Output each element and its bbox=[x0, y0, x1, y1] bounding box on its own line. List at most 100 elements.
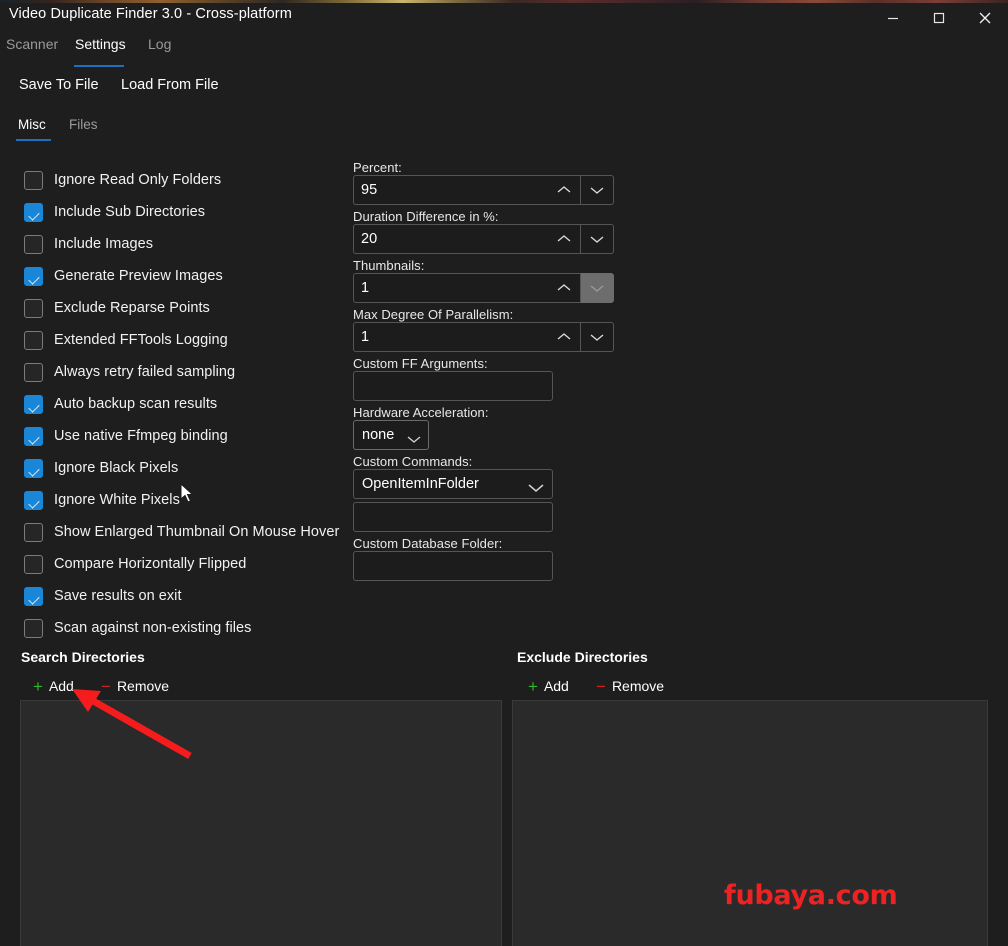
tab-log[interactable]: Log bbox=[148, 32, 171, 62]
minimize-icon[interactable] bbox=[870, 3, 916, 32]
option-show-enlarged-thumbnail-on-mouse-hover[interactable]: Show Enlarged Thumbnail On Mouse Hover bbox=[24, 516, 354, 548]
option-label: Use native Ffmpeg binding bbox=[54, 428, 228, 444]
option-label: Extended FFTools Logging bbox=[54, 332, 228, 348]
checkbox-icon[interactable] bbox=[24, 426, 43, 446]
custom-database-folder-label: Custom Database Folder: bbox=[353, 536, 503, 551]
tab-scanner[interactable]: Scanner bbox=[6, 32, 59, 62]
parallelism-stepper bbox=[353, 322, 614, 352]
option-auto-backup-scan-results[interactable]: Auto backup scan results bbox=[24, 388, 354, 420]
checkbox-icon[interactable] bbox=[24, 522, 43, 542]
checkbox-icon[interactable] bbox=[24, 586, 43, 606]
option-compare-horizontally-flipped[interactable]: Compare Horizontally Flipped bbox=[24, 548, 354, 580]
field-percent: Percent: bbox=[353, 160, 614, 205]
plus-icon: + bbox=[528, 676, 538, 696]
checkbox-icon[interactable] bbox=[24, 362, 43, 382]
minus-icon: − bbox=[101, 676, 111, 696]
thumbnails-decrement-button[interactable] bbox=[581, 273, 614, 303]
hardware-acceleration-dropdown[interactable]: none bbox=[353, 420, 429, 450]
checkbox-icon[interactable] bbox=[24, 458, 43, 478]
subtab-underline bbox=[16, 139, 51, 141]
chevron-down-icon bbox=[407, 431, 421, 449]
subtab-misc[interactable]: Misc bbox=[16, 117, 51, 141]
remove-label: Remove bbox=[116, 678, 170, 694]
tab-scanner-label: Scanner bbox=[6, 36, 59, 52]
hardware-acceleration-label: Hardware Acceleration: bbox=[353, 405, 489, 420]
percent-decrement-button[interactable] bbox=[581, 175, 614, 205]
search-directories-remove-button[interactable]: − Remove bbox=[101, 676, 169, 696]
option-ignore-read-only-folders[interactable]: Ignore Read Only Folders bbox=[24, 164, 354, 196]
option-save-results-on-exit[interactable]: Save results on exit bbox=[24, 580, 354, 612]
custom-commands-value: OpenItemInFolder bbox=[362, 476, 479, 492]
option-always-retry-failed-sampling[interactable]: Always retry failed sampling bbox=[24, 356, 354, 388]
exclude-directories-title: Exclude Directories bbox=[517, 649, 648, 665]
custom-ff-arguments-input[interactable] bbox=[353, 371, 553, 401]
custom-database-folder-input[interactable] bbox=[353, 551, 553, 581]
option-include-sub-directories[interactable]: Include Sub Directories bbox=[24, 196, 354, 228]
checkbox-icon[interactable] bbox=[24, 394, 43, 414]
option-ignore-black-pixels[interactable]: Ignore Black Pixels bbox=[24, 452, 354, 484]
option-use-native-ffmpeg-binding[interactable]: Use native Ffmpeg binding bbox=[24, 420, 354, 452]
custom-commands-dropdown[interactable]: OpenItemInFolder bbox=[353, 469, 553, 499]
checkbox-icon[interactable] bbox=[24, 330, 43, 350]
parallelism-input[interactable] bbox=[353, 322, 548, 352]
option-label: Ignore Black Pixels bbox=[54, 460, 179, 476]
field-hardware-acceleration: Hardware Acceleration: none bbox=[353, 405, 563, 450]
subtab-misc-label: Misc bbox=[18, 117, 46, 132]
maximize-icon[interactable] bbox=[916, 3, 962, 32]
settings-subtab-bar: Misc Files bbox=[0, 117, 1008, 145]
add-label: Add bbox=[48, 678, 74, 694]
mouse-cursor bbox=[180, 483, 194, 503]
thumbnails-input[interactable] bbox=[353, 273, 548, 303]
app-window: Video Duplicate Finder 3.0 - Cross-platf… bbox=[0, 0, 1008, 946]
percent-label: Percent: bbox=[353, 160, 402, 175]
parallelism-decrement-button[interactable] bbox=[581, 322, 614, 352]
option-label: Scan against non-existing files bbox=[54, 620, 252, 636]
checkbox-icon[interactable] bbox=[24, 554, 43, 574]
settings-toolbar: Save To File Load From File bbox=[0, 77, 1008, 99]
settings-form: Percent: Duration Difference in %: bbox=[353, 160, 614, 585]
field-max-degree-of-parallelism: Max Degree Of Parallelism: bbox=[353, 307, 614, 352]
remove-label: Remove bbox=[611, 678, 665, 694]
option-generate-preview-images[interactable]: Generate Preview Images bbox=[24, 260, 354, 292]
exclude-directories-remove-button[interactable]: − Remove bbox=[596, 676, 664, 696]
option-scan-against-non-existing-files[interactable]: Scan against non-existing files bbox=[24, 612, 354, 644]
checkbox-icon[interactable] bbox=[24, 490, 43, 510]
checkbox-icon[interactable] bbox=[24, 170, 43, 190]
duration-difference-input[interactable] bbox=[353, 224, 548, 254]
subtab-files[interactable]: Files bbox=[69, 117, 98, 132]
save-to-file-button[interactable]: Save To File bbox=[19, 77, 99, 93]
option-label: Show Enlarged Thumbnail On Mouse Hover bbox=[54, 524, 340, 540]
option-exclude-reparse-points[interactable]: Exclude Reparse Points bbox=[24, 292, 354, 324]
exclude-directories-add-button[interactable]: + Add bbox=[528, 676, 569, 696]
field-custom-database-folder: Custom Database Folder: bbox=[353, 536, 563, 585]
option-label: Include Sub Directories bbox=[54, 204, 206, 220]
thumbnails-increment-button[interactable] bbox=[548, 273, 581, 303]
search-directories-list[interactable] bbox=[20, 700, 502, 946]
close-icon[interactable] bbox=[962, 3, 1008, 32]
field-custom-ff-arguments: Custom FF Arguments: bbox=[353, 356, 563, 405]
checkbox-icon[interactable] bbox=[24, 298, 43, 318]
plus-icon: + bbox=[33, 676, 43, 696]
option-label: Always retry failed sampling bbox=[54, 364, 236, 380]
checkbox-icon[interactable] bbox=[24, 202, 43, 222]
duration-difference-increment-button[interactable] bbox=[548, 224, 581, 254]
custom-command-value-input[interactable] bbox=[353, 502, 553, 532]
custom-ff-arguments-label: Custom FF Arguments: bbox=[353, 356, 488, 371]
load-from-file-button[interactable]: Load From File bbox=[121, 77, 219, 93]
option-extended-fftools-logging[interactable]: Extended FFTools Logging bbox=[24, 324, 354, 356]
percent-increment-button[interactable] bbox=[548, 175, 581, 205]
duration-difference-decrement-button[interactable] bbox=[581, 224, 614, 254]
checkbox-icon[interactable] bbox=[24, 234, 43, 254]
tab-settings[interactable]: Settings bbox=[74, 32, 126, 67]
option-include-images[interactable]: Include Images bbox=[24, 228, 354, 260]
parallelism-increment-button[interactable] bbox=[548, 322, 581, 352]
search-directories-title: Search Directories bbox=[21, 649, 145, 665]
percent-input[interactable] bbox=[353, 175, 548, 205]
option-label: Generate Preview Images bbox=[54, 268, 223, 284]
checkbox-icon[interactable] bbox=[24, 618, 43, 638]
option-label: Ignore Read Only Folders bbox=[54, 172, 222, 188]
duration-difference-label: Duration Difference in %: bbox=[353, 209, 499, 224]
checkbox-icon[interactable] bbox=[24, 266, 43, 286]
search-directories-add-button[interactable]: + Add bbox=[33, 676, 74, 696]
field-duration-difference: Duration Difference in %: bbox=[353, 209, 614, 254]
